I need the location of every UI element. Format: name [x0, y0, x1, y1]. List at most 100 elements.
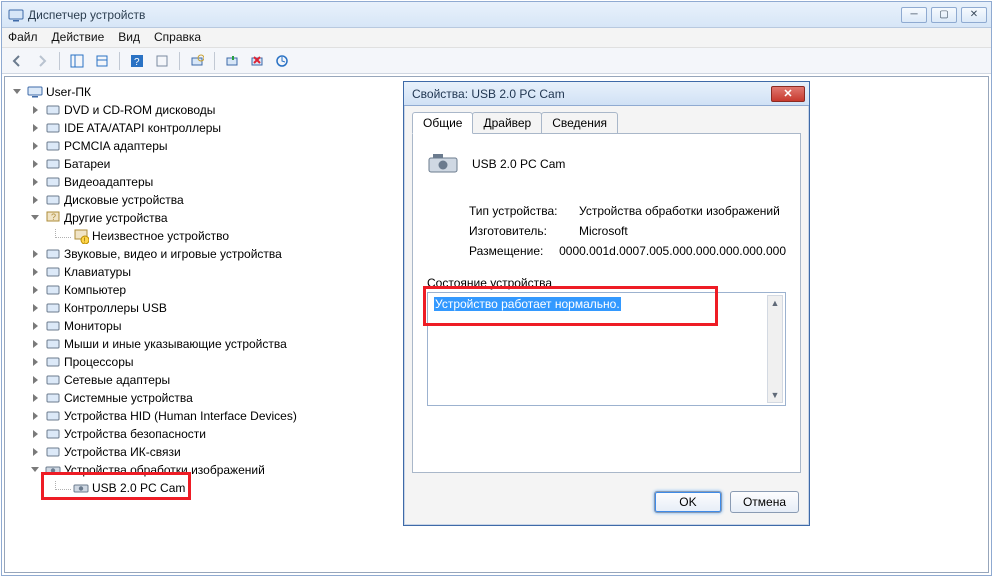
tree-node-label: Устройства HID (Human Interface Devices) [64, 407, 297, 425]
forward-button[interactable] [31, 50, 53, 72]
tree-node-label: Компьютер [64, 281, 126, 299]
titlebar: Диспетчер устройств ─ ▢ ✕ [2, 2, 991, 28]
dialog-body: Общие Драйвер Сведения USB 2.0 PC Cam Ти… [404, 106, 809, 481]
prop-key: Изготовитель: [469, 224, 579, 238]
device-category-icon [45, 390, 61, 406]
window-buttons: ─ ▢ ✕ [901, 7, 987, 23]
device-header: USB 2.0 PC Cam [427, 148, 786, 180]
tab-pane-general: USB 2.0 PC Cam Тип устройства: Устройств… [412, 133, 801, 473]
update-driver-button[interactable] [221, 50, 243, 72]
close-button[interactable]: ✕ [961, 7, 987, 23]
scan-hardware-button[interactable] [186, 50, 208, 72]
maximize-button[interactable]: ▢ [931, 7, 957, 23]
dialog-close-button[interactable]: ✕ [771, 86, 805, 102]
toolbar-button-2[interactable] [271, 50, 293, 72]
device-category-icon [45, 318, 61, 334]
menu-view[interactable]: Вид [118, 30, 140, 45]
svg-text:?: ? [134, 57, 140, 68]
expand-icon[interactable] [31, 141, 42, 152]
back-button[interactable] [6, 50, 28, 72]
app-icon [8, 7, 24, 23]
prop-value: 0000.001d.0007.005.000.000.000.000.000 [559, 244, 786, 258]
expand-icon[interactable] [31, 105, 42, 116]
tree-node-label: Неизвестное устройство [92, 227, 229, 245]
camera-icon [73, 480, 89, 496]
scroll-up-icon[interactable]: ▲ [768, 296, 782, 310]
menu-help[interactable]: Справка [154, 30, 201, 45]
expand-icon[interactable] [31, 177, 42, 188]
device-category-icon [45, 192, 61, 208]
tree-node-label: Устройства ИК-связи [64, 443, 181, 461]
menu-file[interactable]: Файл [8, 30, 38, 45]
properties-button[interactable] [91, 50, 113, 72]
scrollbar[interactable]: ▲ ▼ [767, 295, 783, 403]
expand-icon[interactable] [13, 87, 24, 98]
expand-icon[interactable] [31, 123, 42, 134]
tree-node-label: Клавиатуры [64, 263, 131, 281]
other-devices-icon: ? [45, 210, 61, 226]
tree-node-label: USB 2.0 PC Cam [92, 479, 185, 497]
device-name: USB 2.0 PC Cam [472, 157, 565, 171]
expand-icon[interactable] [31, 375, 42, 386]
client-area: User-ПК DVD и CD-ROM дисководыIDE ATA/AT… [4, 76, 989, 573]
minimize-button[interactable]: ─ [901, 7, 927, 23]
tab-details[interactable]: Сведения [541, 112, 618, 134]
device-category-icon [45, 426, 61, 442]
expand-icon[interactable] [31, 339, 42, 350]
expand-icon[interactable] [31, 357, 42, 368]
computer-icon [27, 84, 43, 100]
device-status-box[interactable]: Устройство работает нормально. ▲ ▼ [427, 292, 786, 406]
expand-icon[interactable] [31, 249, 42, 260]
tab-general[interactable]: Общие [412, 112, 473, 134]
expand-icon[interactable] [31, 213, 42, 224]
device-category-icon [45, 282, 61, 298]
expand-icon[interactable] [31, 285, 42, 296]
expand-icon[interactable] [31, 321, 42, 332]
expand-icon[interactable] [31, 411, 42, 422]
device-category-icon [45, 408, 61, 424]
device-category-icon [45, 372, 61, 388]
tree-root-label: User-ПК [46, 83, 91, 101]
expand-icon[interactable] [31, 429, 42, 440]
properties-dialog: Свойства: USB 2.0 PC Cam ✕ Общие Драйвер… [403, 81, 810, 526]
expand-icon[interactable] [31, 447, 42, 458]
tree-connector [55, 481, 71, 490]
menu-action[interactable]: Действие [52, 30, 105, 45]
expand-icon[interactable] [31, 465, 42, 476]
svg-text:?: ? [51, 212, 56, 222]
expand-icon[interactable] [31, 393, 42, 404]
device-status-text: Устройство работает нормально. [434, 297, 621, 311]
expand-icon[interactable] [31, 267, 42, 278]
prop-value: Устройства обработки изображений [579, 204, 780, 218]
prop-row-loc: Размещение: 0000.001d.0007.005.000.000.0… [469, 244, 786, 258]
device-category-icon [45, 102, 61, 118]
tree-node-label: Сетевые адаптеры [64, 371, 170, 389]
expand-icon[interactable] [31, 303, 42, 314]
dialog-buttons: OK Отмена [404, 481, 809, 525]
menubar: Файл Действие Вид Справка [2, 28, 991, 48]
device-status-label: Состояние устройства [427, 276, 786, 290]
device-category-icon [45, 354, 61, 370]
window-title: Диспетчер устройств [28, 8, 901, 22]
tab-driver[interactable]: Драйвер [472, 112, 542, 134]
show-hide-tree-button[interactable] [66, 50, 88, 72]
tree-node-label: Батареи [64, 155, 110, 173]
uninstall-button[interactable] [246, 50, 268, 72]
tree-node-label: Другие устройства [64, 209, 168, 227]
expand-icon[interactable] [31, 195, 42, 206]
toolbar-button-1[interactable] [151, 50, 173, 72]
ok-button[interactable]: OK [654, 491, 722, 513]
scroll-down-icon[interactable]: ▼ [768, 388, 782, 402]
svg-text:!: ! [84, 238, 86, 245]
tree-node-label: Процессоры [64, 353, 134, 371]
device-category-icon [45, 300, 61, 316]
expand-icon[interactable] [31, 159, 42, 170]
device-manager-window: Диспетчер устройств ─ ▢ ✕ Файл Действие … [1, 1, 992, 576]
help-button[interactable]: ? [126, 50, 148, 72]
device-category-icon [45, 156, 61, 172]
cancel-button[interactable]: Отмена [730, 491, 799, 513]
tree-node-label: Мыши и иные указывающие устройства [64, 335, 287, 353]
dialog-titlebar: Свойства: USB 2.0 PC Cam ✕ [404, 82, 809, 106]
tree-connector [55, 229, 71, 238]
tree-node-label: Видеоадаптеры [64, 173, 153, 191]
